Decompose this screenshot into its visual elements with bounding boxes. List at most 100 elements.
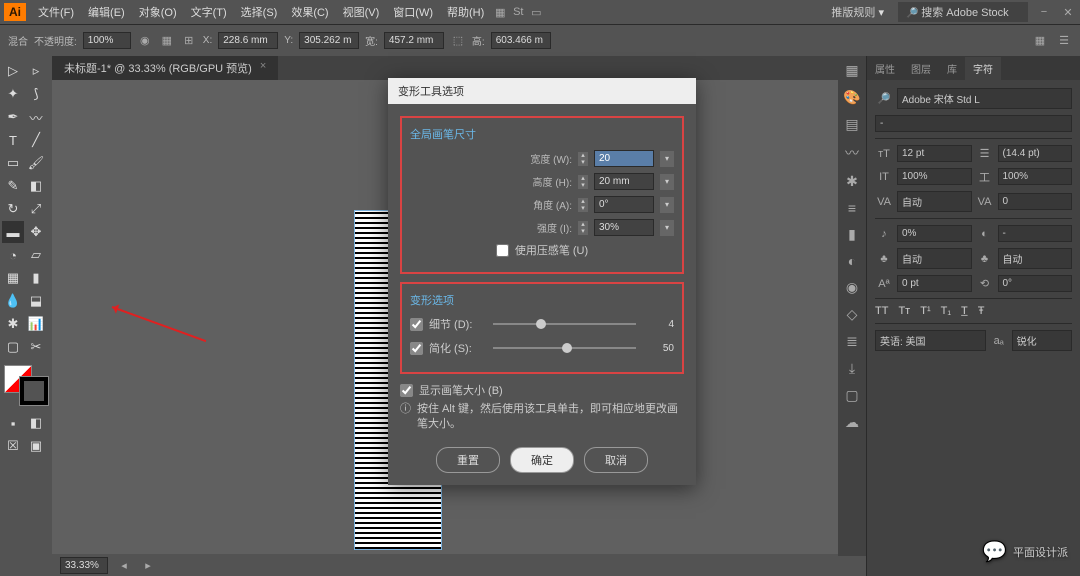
- antialias-field[interactable]: 锐化: [1012, 330, 1072, 351]
- eraser-tool[interactable]: ◧: [25, 175, 47, 197]
- bridge-icon[interactable]: ▦: [492, 4, 508, 20]
- rotate-tool[interactable]: ↻: [2, 198, 24, 220]
- pen-tool[interactable]: ✒: [2, 106, 24, 128]
- simplify-checkbox[interactable]: 简化 (S):: [410, 340, 485, 356]
- menu-object[interactable]: 对象(O): [133, 1, 183, 23]
- wand-tool[interactable]: ✦: [2, 83, 24, 105]
- h-field[interactable]: 603.466 m: [491, 32, 551, 49]
- artboard-tool[interactable]: ▢: [2, 336, 24, 358]
- close-icon[interactable]: ✕: [1060, 4, 1076, 20]
- width-dropdown[interactable]: ▾: [660, 151, 674, 167]
- rect-tool[interactable]: ▭: [2, 152, 24, 174]
- color-icon[interactable]: 🎨: [843, 89, 860, 106]
- cancel-button[interactable]: 取消: [584, 447, 648, 473]
- font-style-field[interactable]: -: [875, 115, 1072, 132]
- menu-type[interactable]: 文字(T): [185, 1, 233, 23]
- close-tab-icon[interactable]: ×: [260, 60, 266, 76]
- rotate-field[interactable]: 0°: [998, 275, 1073, 292]
- angle-dropdown[interactable]: ▾: [660, 197, 674, 213]
- gradient-mode[interactable]: ◧: [25, 412, 47, 434]
- caps-icon[interactable]: TT: [875, 305, 888, 317]
- curvature-tool[interactable]: 〰: [25, 106, 47, 128]
- free-transform-tool[interactable]: ✥: [25, 221, 47, 243]
- menu-effect[interactable]: 效果(C): [285, 1, 334, 23]
- menu-window[interactable]: 窗口(W): [387, 1, 439, 23]
- vscale-field[interactable]: 100%: [897, 168, 972, 185]
- align-icon[interactable]: ▦: [159, 33, 175, 49]
- simplify-slider[interactable]: [493, 347, 636, 349]
- link-icon[interactable]: ⬚: [450, 33, 466, 49]
- minimize-icon[interactable]: −: [1036, 4, 1052, 20]
- menu-view[interactable]: 视图(V): [337, 1, 386, 23]
- graph-tool[interactable]: 📊: [25, 313, 47, 335]
- eyedropper-tool[interactable]: 💧: [2, 290, 24, 312]
- artboards-icon[interactable]: ▢: [845, 387, 858, 404]
- appearance-icon[interactable]: ◉: [846, 279, 858, 296]
- font-family-field[interactable]: Adobe 宋体 Std L: [897, 88, 1072, 109]
- mesh-tool[interactable]: ▦: [2, 267, 24, 289]
- menu-help[interactable]: 帮助(H): [441, 1, 490, 23]
- nav-next-icon[interactable]: ▸: [140, 557, 156, 573]
- color-mode[interactable]: ▪: [2, 412, 24, 434]
- none-mode[interactable]: ☒: [2, 435, 24, 457]
- auto2-field[interactable]: 自动: [998, 248, 1073, 269]
- arrange-icon[interactable]: ▭: [528, 4, 544, 20]
- underline-icon[interactable]: T̲: [961, 305, 968, 317]
- direct-select-tool[interactable]: ▹: [25, 60, 47, 82]
- workspace-switcher[interactable]: 推版规则 ▾: [825, 1, 890, 23]
- stroke-icon[interactable]: ≡: [848, 200, 856, 216]
- menu-select[interactable]: 选择(S): [235, 1, 284, 23]
- perspective-tool[interactable]: ▱: [25, 244, 47, 266]
- prefs-icon[interactable]: ☰: [1056, 33, 1072, 49]
- style-icon[interactable]: ◉: [137, 33, 153, 49]
- properties-icon[interactable]: ▦: [845, 62, 858, 79]
- height-field[interactable]: 20 mm: [594, 173, 654, 190]
- nav-prev-icon[interactable]: ◂: [116, 557, 132, 573]
- slice-tool[interactable]: ✂: [25, 336, 47, 358]
- symbols-icon[interactable]: ✱: [846, 173, 858, 190]
- super-icon[interactable]: T¹: [920, 305, 930, 317]
- height-dropdown[interactable]: ▾: [660, 174, 674, 190]
- menu-edit[interactable]: 编辑(E): [82, 1, 131, 23]
- stock-icon[interactable]: St: [510, 4, 526, 20]
- reset-button[interactable]: 重置: [436, 447, 500, 473]
- setup-icon[interactable]: ▦: [1032, 33, 1048, 49]
- angle-field[interactable]: 0°: [594, 196, 654, 213]
- smallcaps-icon[interactable]: Tт: [898, 305, 910, 317]
- detail-checkbox[interactable]: 细节 (D):: [410, 316, 485, 332]
- show-brush-checkbox[interactable]: 显示画笔大小 (B): [400, 382, 684, 398]
- width-field[interactable]: 20: [594, 150, 654, 167]
- font-size-field[interactable]: 12 pt: [897, 145, 972, 162]
- kerning-field[interactable]: 自动: [897, 191, 972, 212]
- type-tool[interactable]: T: [2, 129, 24, 151]
- hscale-field[interactable]: 100%: [998, 168, 1073, 185]
- baseline-field[interactable]: 0 pt: [897, 275, 972, 292]
- line-tool[interactable]: ╱: [25, 129, 47, 151]
- gradient-panel-icon[interactable]: ▮: [848, 226, 856, 243]
- screen-mode[interactable]: ▣: [25, 435, 47, 457]
- gradient-tool[interactable]: ▮: [25, 267, 47, 289]
- opt1-field[interactable]: 0%: [897, 225, 972, 242]
- selection-tool[interactable]: ▷: [2, 60, 24, 82]
- fill-stroke-swatch[interactable]: [4, 365, 48, 405]
- tracking-field[interactable]: 0: [998, 193, 1073, 210]
- shaper-tool[interactable]: ✎: [2, 175, 24, 197]
- menu-file[interactable]: 文件(F): [32, 1, 80, 23]
- tab-libraries[interactable]: 库: [939, 57, 965, 80]
- opacity-field[interactable]: 100%: [83, 32, 131, 49]
- sub-icon[interactable]: T₁: [941, 305, 951, 317]
- leading-field[interactable]: (14.4 pt): [998, 145, 1073, 162]
- anchor-icon[interactable]: ⊞: [181, 33, 197, 49]
- width-tool[interactable]: ▬: [2, 221, 24, 243]
- brush-tool[interactable]: 🖌: [25, 152, 47, 174]
- intensity-field[interactable]: 30%: [594, 219, 654, 236]
- shape-builder-tool[interactable]: ◔: [2, 244, 24, 266]
- w-field[interactable]: 457.2 mm: [384, 32, 444, 49]
- language-field[interactable]: 英语: 美国: [875, 330, 986, 351]
- symbol-tool[interactable]: ✱: [2, 313, 24, 335]
- layers-icon[interactable]: ≣: [846, 333, 858, 350]
- tab-layers[interactable]: 图层: [903, 57, 939, 80]
- stroke-swatch[interactable]: [20, 377, 48, 405]
- intensity-dropdown[interactable]: ▾: [660, 220, 674, 236]
- graphic-styles-icon[interactable]: ◇: [847, 306, 858, 323]
